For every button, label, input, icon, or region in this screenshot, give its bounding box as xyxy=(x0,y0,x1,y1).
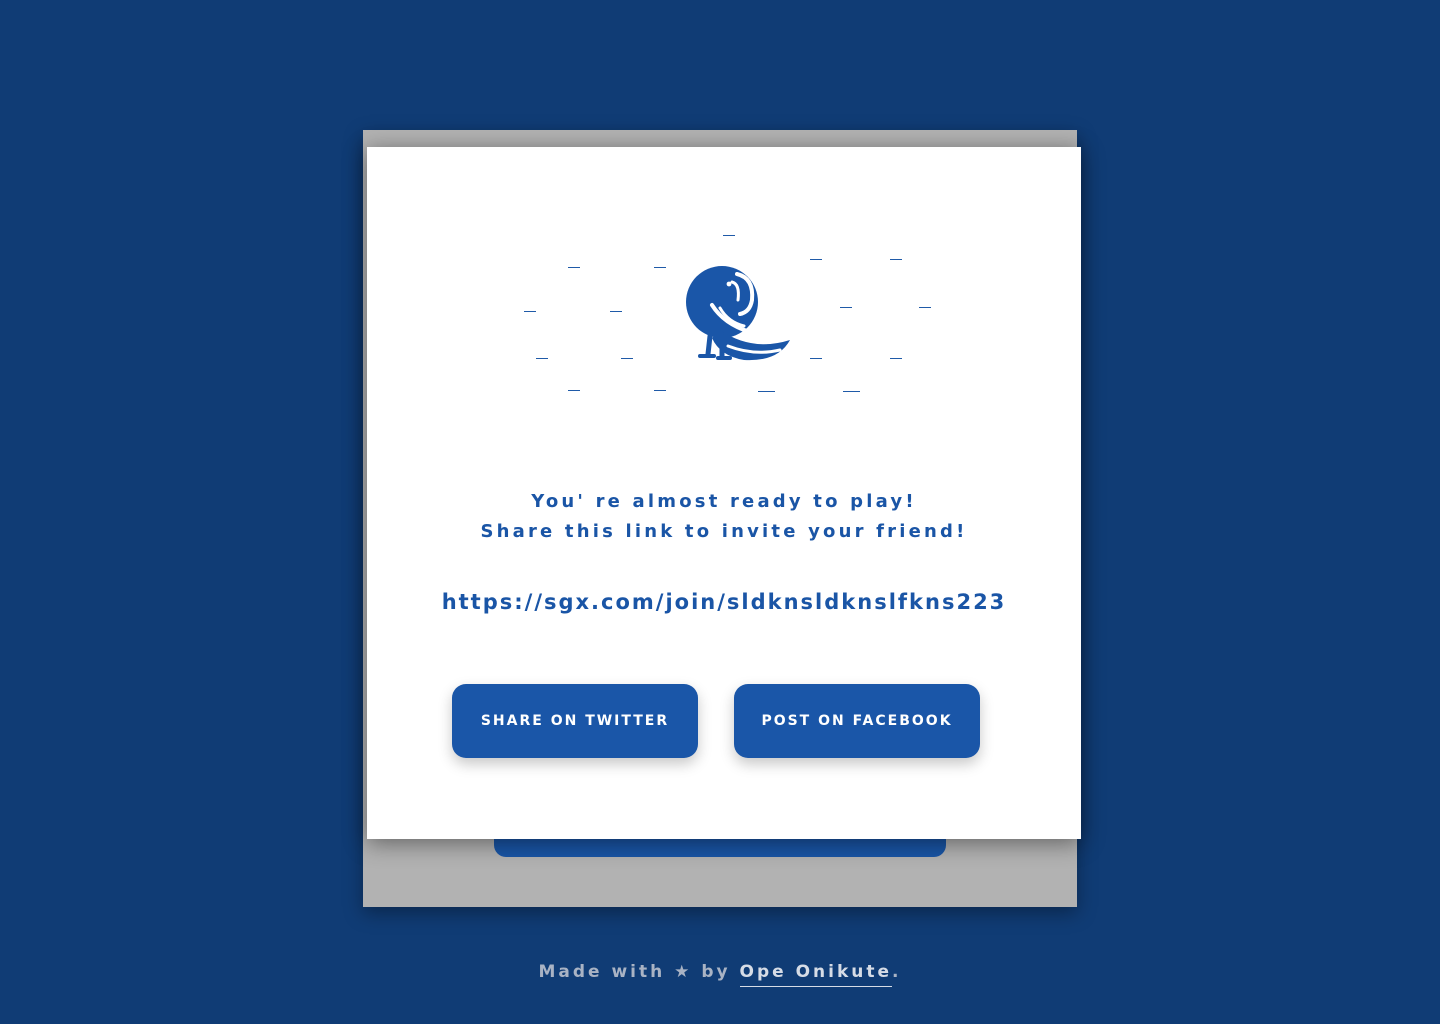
invite-message: You' re almost ready to play! Share this… xyxy=(367,487,1081,547)
post-facebook-button[interactable]: POST ON FACEBOOK xyxy=(734,684,980,758)
footer-by: by xyxy=(701,962,731,982)
footer-prefix: Made with xyxy=(538,962,666,982)
hero-illustration xyxy=(517,225,937,405)
dash-mark xyxy=(758,391,775,392)
dash-mark xyxy=(810,358,822,359)
dash-mark xyxy=(890,259,902,260)
dash-mark xyxy=(654,267,666,268)
dash-mark xyxy=(840,307,852,308)
message-line-2: Share this link to invite your friend! xyxy=(480,521,968,542)
invite-modal: You' re almost ready to play! Share this… xyxy=(367,147,1081,839)
dash-mark xyxy=(723,235,735,236)
dash-mark xyxy=(610,311,622,312)
dash-mark xyxy=(568,390,580,391)
message-line-1: You' re almost ready to play! xyxy=(531,491,917,512)
dash-mark xyxy=(654,390,666,391)
dash-mark xyxy=(621,358,633,359)
dash-mark xyxy=(568,267,580,268)
parrot-icon xyxy=(686,266,790,361)
footer-credit: Made with ★ by Ope Onikute. xyxy=(0,962,1440,987)
star-icon: ★ xyxy=(674,962,693,982)
dash-mark xyxy=(810,259,822,260)
page: You' re almost ready to play! Share this… xyxy=(0,0,1440,1024)
share-twitter-button[interactable]: SHARE ON TWITTER xyxy=(452,684,698,758)
dash-mark xyxy=(536,358,548,359)
dash-mark xyxy=(524,311,536,312)
invite-link[interactable]: https://sgx.com/join/sldknsldknslfkns223 xyxy=(367,590,1081,614)
dash-mark xyxy=(890,358,902,359)
footer-suffix: . xyxy=(892,962,902,982)
dash-mark xyxy=(919,307,931,308)
author-link[interactable]: Ope Onikute xyxy=(739,962,893,987)
dash-mark xyxy=(843,391,860,392)
